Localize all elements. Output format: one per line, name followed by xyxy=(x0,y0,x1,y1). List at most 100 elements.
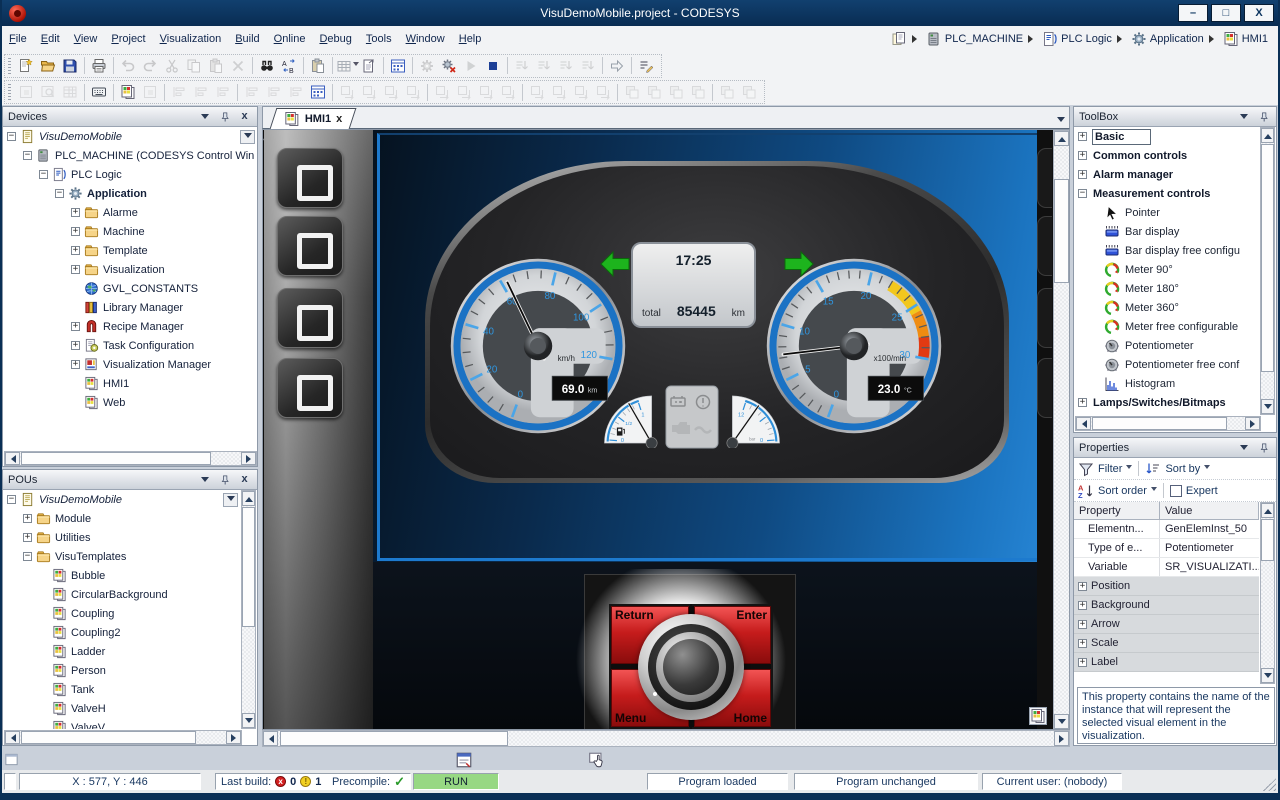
toolbox-hscrollbar[interactable] xyxy=(1075,416,1261,431)
scroll-thumb[interactable] xyxy=(1261,519,1274,561)
panel-tray-icon[interactable] xyxy=(4,752,19,766)
toolbox-item-meter-360-[interactable]: Meter 360° xyxy=(1074,298,1259,317)
bring-to-front-button[interactable] xyxy=(621,82,643,102)
toolbox-item-meter-free-configurable[interactable]: Meter free configurable xyxy=(1074,317,1259,336)
scroll-left-button[interactable] xyxy=(263,731,278,746)
logout-button[interactable] xyxy=(438,56,460,76)
scroll-up-button[interactable] xyxy=(1261,128,1274,143)
panel-menu-button[interactable] xyxy=(197,473,212,487)
toolbox-item-bar-display-free-configu[interactable]: Bar display free configu xyxy=(1074,241,1259,260)
pous-vscrollbar[interactable] xyxy=(241,490,256,729)
menu-tools[interactable]: Tools xyxy=(359,29,399,49)
align-left-button[interactable] xyxy=(168,82,190,102)
toolbox-category-lamps-switches-bitmaps[interactable]: +Lamps/Switches/Bitmaps xyxy=(1074,393,1259,412)
send-to-back-button[interactable] xyxy=(643,82,665,102)
size-to-grid-button[interactable] xyxy=(402,82,424,102)
same-height-button[interactable] xyxy=(358,82,380,102)
collapse-icon[interactable]: − xyxy=(1078,189,1087,198)
toolbox-item-histogram[interactable]: Histogram xyxy=(1074,374,1259,393)
expand-icon[interactable]: + xyxy=(1078,170,1087,179)
v-spacing-remove-button[interactable] xyxy=(592,82,614,102)
rotary-knob[interactable] xyxy=(638,614,744,720)
device-button-7[interactable] xyxy=(1037,288,1052,348)
scroll-up-button[interactable] xyxy=(1261,503,1274,518)
v-spacing-increase-button[interactable] xyxy=(548,82,570,102)
expand-icon[interactable]: + xyxy=(71,360,80,369)
tree-item-plc-logic[interactable]: −PLC Logic xyxy=(3,165,257,184)
tree-item-valveh[interactable]: ValveH xyxy=(3,699,240,718)
expand-icon[interactable]: + xyxy=(1078,132,1087,141)
property-group-arrow[interactable]: +Arrow xyxy=(1074,615,1259,634)
property-value[interactable]: SR_VISUALIZATI... xyxy=(1160,561,1259,573)
h-spacing-decrease-button[interactable] xyxy=(475,82,497,102)
step-into-button[interactable] xyxy=(533,56,555,76)
group-button[interactable] xyxy=(716,82,738,102)
scroll-left-button[interactable] xyxy=(5,452,20,465)
device-button-2[interactable] xyxy=(277,216,343,276)
toolbox-item-bar-display[interactable]: Bar display xyxy=(1074,222,1259,241)
expand-icon[interactable]: + xyxy=(1078,639,1087,648)
expand-icon[interactable]: + xyxy=(1078,398,1087,407)
expand-icon[interactable]: + xyxy=(1078,620,1087,629)
property-value[interactable]: GenElemInst_50 xyxy=(1160,523,1259,535)
visualization-library-button[interactable] xyxy=(117,82,139,102)
resize-grip[interactable] xyxy=(1263,778,1276,791)
device-button-4[interactable] xyxy=(277,358,343,418)
menu-view[interactable]: View xyxy=(67,29,105,49)
scroll-thumb[interactable] xyxy=(1261,144,1274,372)
canvas-vscrollbar[interactable] xyxy=(1053,130,1070,730)
collapse-icon[interactable]: − xyxy=(55,189,64,198)
align-bottom-button[interactable] xyxy=(285,82,307,102)
interface-editor-button[interactable] xyxy=(15,82,37,102)
device-button-6[interactable] xyxy=(1037,216,1052,276)
tree-item-module[interactable]: +Module xyxy=(3,509,240,528)
scroll-thumb[interactable] xyxy=(21,452,211,465)
panel-menu-button[interactable] xyxy=(1236,441,1251,455)
step-out-button[interactable] xyxy=(555,56,577,76)
expand-icon[interactable]: + xyxy=(71,227,80,236)
tree-item-coupling[interactable]: Coupling xyxy=(3,604,240,623)
element-list-button[interactable] xyxy=(59,82,81,102)
stop-button[interactable] xyxy=(482,56,504,76)
property-group-label[interactable]: +Label xyxy=(1074,653,1259,672)
tree-item-person[interactable]: Person xyxy=(3,661,240,680)
step-over-button[interactable] xyxy=(511,56,533,76)
keyboard-usage-button[interactable] xyxy=(88,82,110,102)
expand-icon[interactable]: + xyxy=(71,341,80,350)
panel-menu-button[interactable] xyxy=(1236,110,1251,124)
device-button-1[interactable] xyxy=(277,148,343,208)
multi-select-button[interactable] xyxy=(307,56,329,76)
same-width-button[interactable] xyxy=(336,82,358,102)
toolbox-item-meter-90-[interactable]: Meter 90° xyxy=(1074,260,1259,279)
menu-project[interactable]: Project xyxy=(104,29,152,49)
pous-hscrollbar[interactable] xyxy=(4,730,242,745)
pin-icon[interactable] xyxy=(1256,110,1271,124)
run-to-cursor-button[interactable] xyxy=(577,56,599,76)
new-project-button[interactable] xyxy=(15,56,37,76)
value-column-header[interactable]: Value xyxy=(1160,502,1259,520)
expand-icon[interactable]: + xyxy=(1078,151,1087,160)
visualization-tool-icon-2[interactable] xyxy=(588,751,606,769)
save-project-button[interactable] xyxy=(59,56,81,76)
minimize-button[interactable]: – xyxy=(1178,4,1208,22)
scroll-right-button[interactable] xyxy=(226,731,241,744)
scroll-thumb[interactable] xyxy=(242,507,255,627)
tree-item-gvl-constants[interactable]: GVL_CONSTANTS xyxy=(3,279,257,298)
breadcrumb-item-hmi1[interactable]: HMI1 xyxy=(1223,31,1268,47)
menu-help[interactable]: Help xyxy=(452,29,489,49)
scroll-down-button[interactable] xyxy=(1261,668,1274,683)
property-row-elementn-[interactable]: Elementn...GenElemInst_50 xyxy=(1074,520,1259,539)
expand-icon[interactable]: + xyxy=(1078,601,1087,610)
tree-item-web[interactable]: Web xyxy=(3,393,257,412)
tachometer-gauge[interactable]: 051015202530x100/min23.0°C xyxy=(765,257,943,435)
frame-selection-button[interactable] xyxy=(139,82,161,102)
tab-hmi1[interactable]: HMI1 x xyxy=(270,108,357,129)
tree-item-visualization-manager[interactable]: +Visualization Manager xyxy=(3,355,257,374)
menu-online[interactable]: Online xyxy=(267,29,313,49)
scroll-down-button[interactable] xyxy=(1054,714,1069,729)
set-next-statement-button[interactable] xyxy=(606,56,628,76)
scroll-down-button[interactable] xyxy=(1261,399,1274,414)
tree-item-recipe-manager[interactable]: +Recipe Manager xyxy=(3,317,257,336)
properties-vscrollbar[interactable] xyxy=(1260,502,1275,684)
align-center-button[interactable] xyxy=(190,82,212,102)
